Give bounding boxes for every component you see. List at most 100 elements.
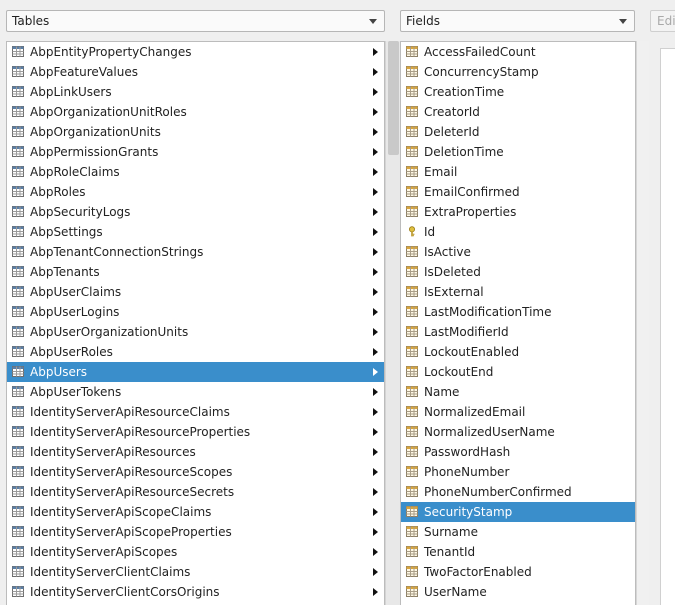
chevron-right-icon[interactable] — [373, 488, 378, 496]
table-row[interactable]: AbpUsers — [7, 362, 384, 382]
chevron-right-icon[interactable] — [373, 468, 378, 476]
table-row[interactable]: IdentityServerApiScopes — [7, 542, 384, 562]
table-row[interactable]: AbpFeatureValues — [7, 62, 384, 82]
field-name: UserName — [424, 585, 487, 599]
chevron-right-icon[interactable] — [373, 328, 378, 336]
field-row[interactable]: Name — [401, 382, 635, 402]
field-row[interactable]: LockoutEnabled — [401, 342, 635, 362]
table-row[interactable]: AbpOrganizationUnits — [7, 122, 384, 142]
table-row[interactable]: IdentityServerApiScopeClaims — [7, 502, 384, 522]
chevron-right-icon[interactable] — [373, 408, 378, 416]
chevron-right-icon[interactable] — [373, 348, 378, 356]
chevron-right-icon[interactable] — [373, 388, 378, 396]
chevron-right-icon[interactable] — [373, 188, 378, 196]
tables-combobox[interactable]: Tables — [6, 10, 385, 32]
field-row[interactable]: Email — [401, 162, 635, 182]
chevron-right-icon[interactable] — [373, 228, 378, 236]
field-row[interactable]: IsActive — [401, 242, 635, 262]
chevron-right-icon[interactable] — [373, 568, 378, 576]
chevron-right-icon[interactable] — [373, 128, 378, 136]
chevron-right-icon[interactable] — [373, 88, 378, 96]
table-row[interactable]: AbpPermissionGrants — [7, 142, 384, 162]
table-row[interactable]: AbpUserOrganizationUnits — [7, 322, 384, 342]
chevron-right-icon[interactable] — [373, 288, 378, 296]
field-row[interactable]: ExtraProperties — [401, 202, 635, 222]
field-row[interactable]: AccessFailedCount — [401, 42, 635, 62]
chevron-right-icon[interactable] — [373, 308, 378, 316]
table-row[interactable]: AbpUserRoles — [7, 342, 384, 362]
table-row[interactable]: AbpSecurityLogs — [7, 202, 384, 222]
table-row[interactable]: AbpSettings — [7, 222, 384, 242]
field-row[interactable]: PasswordHash — [401, 442, 635, 462]
tables-scrollbar[interactable] — [385, 41, 400, 605]
chevron-right-icon[interactable] — [373, 68, 378, 76]
chevron-right-icon[interactable] — [373, 168, 378, 176]
field-row[interactable]: UserName — [401, 582, 635, 602]
table-name: AbpSecurityLogs — [30, 205, 131, 219]
chevron-right-icon[interactable] — [373, 448, 378, 456]
table-row[interactable]: IdentityServerApiResourceProperties — [7, 422, 384, 442]
table-row[interactable]: AbpEntityPropertyChanges — [7, 42, 384, 62]
tables-list[interactable]: AbpEntityPropertyChanges AbpFeatureValues… — [6, 41, 385, 605]
table-name: AbpUserOrganizationUnits — [30, 325, 189, 339]
field-row[interactable]: DeletionTime — [401, 142, 635, 162]
chevron-right-icon[interactable] — [373, 268, 378, 276]
table-row[interactable]: IdentityServerApiResourceSecrets — [7, 482, 384, 502]
fields-combobox[interactable]: Fields — [400, 10, 635, 32]
table-row[interactable]: AbpTenantConnectionStrings — [7, 242, 384, 262]
field-row[interactable]: PhoneNumber — [401, 462, 635, 482]
chevron-right-icon[interactable] — [373, 108, 378, 116]
table-row[interactable]: IdentityServerApiResources — [7, 442, 384, 462]
field-row[interactable]: Id — [401, 222, 635, 242]
table-row[interactable]: IdentityServerClientClaims — [7, 562, 384, 582]
chevron-down-icon — [369, 19, 377, 24]
table-row[interactable]: AbpUserClaims — [7, 282, 384, 302]
edit-button[interactable]: Edit — [650, 10, 675, 32]
table-row[interactable]: AbpUserTokens — [7, 382, 384, 402]
table-row[interactable]: AbpTenants — [7, 262, 384, 282]
table-row[interactable]: AbpLinkUsers — [7, 82, 384, 102]
table-name: AbpUserRoles — [30, 345, 113, 359]
field-row[interactable]: NormalizedEmail — [401, 402, 635, 422]
chevron-right-icon[interactable] — [373, 428, 378, 436]
fields-scrollbar[interactable] — [636, 41, 649, 605]
chevron-right-icon[interactable] — [373, 248, 378, 256]
chevron-right-icon[interactable] — [373, 548, 378, 556]
table-row[interactable]: IdentityServerClientCorsOrigins — [7, 582, 384, 602]
field-row[interactable]: DeleterId — [401, 122, 635, 142]
field-row[interactable]: LastModifierId — [401, 322, 635, 342]
table-row[interactable]: AbpRoles — [7, 182, 384, 202]
field-name: TwoFactorEnabled — [424, 565, 532, 579]
table-field-icon — [406, 446, 418, 457]
field-row[interactable]: LastModificationTime — [401, 302, 635, 322]
field-row[interactable]: IsExternal — [401, 282, 635, 302]
table-row[interactable]: AbpOrganizationUnitRoles — [7, 102, 384, 122]
field-row[interactable]: LockoutEnd — [401, 362, 635, 382]
chevron-right-icon[interactable] — [373, 528, 378, 536]
field-row[interactable]: ConcurrencyStamp — [401, 62, 635, 82]
field-row[interactable]: IsDeleted — [401, 262, 635, 282]
chevron-right-icon[interactable] — [373, 208, 378, 216]
chevron-right-icon[interactable] — [373, 508, 378, 516]
table-row[interactable]: IdentityServerApiResourceClaims — [7, 402, 384, 422]
field-row[interactable]: CreatorId — [401, 102, 635, 122]
field-row[interactable]: NormalizedUserName — [401, 422, 635, 442]
table-name: IdentityServerApiScopeProperties — [30, 525, 232, 539]
field-row[interactable]: SecurityStamp — [401, 502, 635, 522]
table-row[interactable]: IdentityServerApiResourceScopes — [7, 462, 384, 482]
table-row[interactable]: AbpUserLogins — [7, 302, 384, 322]
table-row[interactable]: AbpRoleClaims — [7, 162, 384, 182]
chevron-right-icon[interactable] — [373, 48, 378, 56]
tables-scrollbar-thumb[interactable] — [388, 41, 399, 155]
chevron-right-icon[interactable] — [373, 368, 378, 376]
field-row[interactable]: TwoFactorEnabled — [401, 562, 635, 582]
field-row[interactable]: Surname — [401, 522, 635, 542]
table-row[interactable]: IdentityServerApiScopeProperties — [7, 522, 384, 542]
field-row[interactable]: CreationTime — [401, 82, 635, 102]
field-row[interactable]: EmailConfirmed — [401, 182, 635, 202]
fields-list[interactable]: AccessFailedCount ConcurrencyStamp Creatio… — [400, 41, 636, 605]
chevron-right-icon[interactable] — [373, 588, 378, 596]
chevron-right-icon[interactable] — [373, 148, 378, 156]
field-row[interactable]: TenantId — [401, 542, 635, 562]
field-row[interactable]: PhoneNumberConfirmed — [401, 482, 635, 502]
